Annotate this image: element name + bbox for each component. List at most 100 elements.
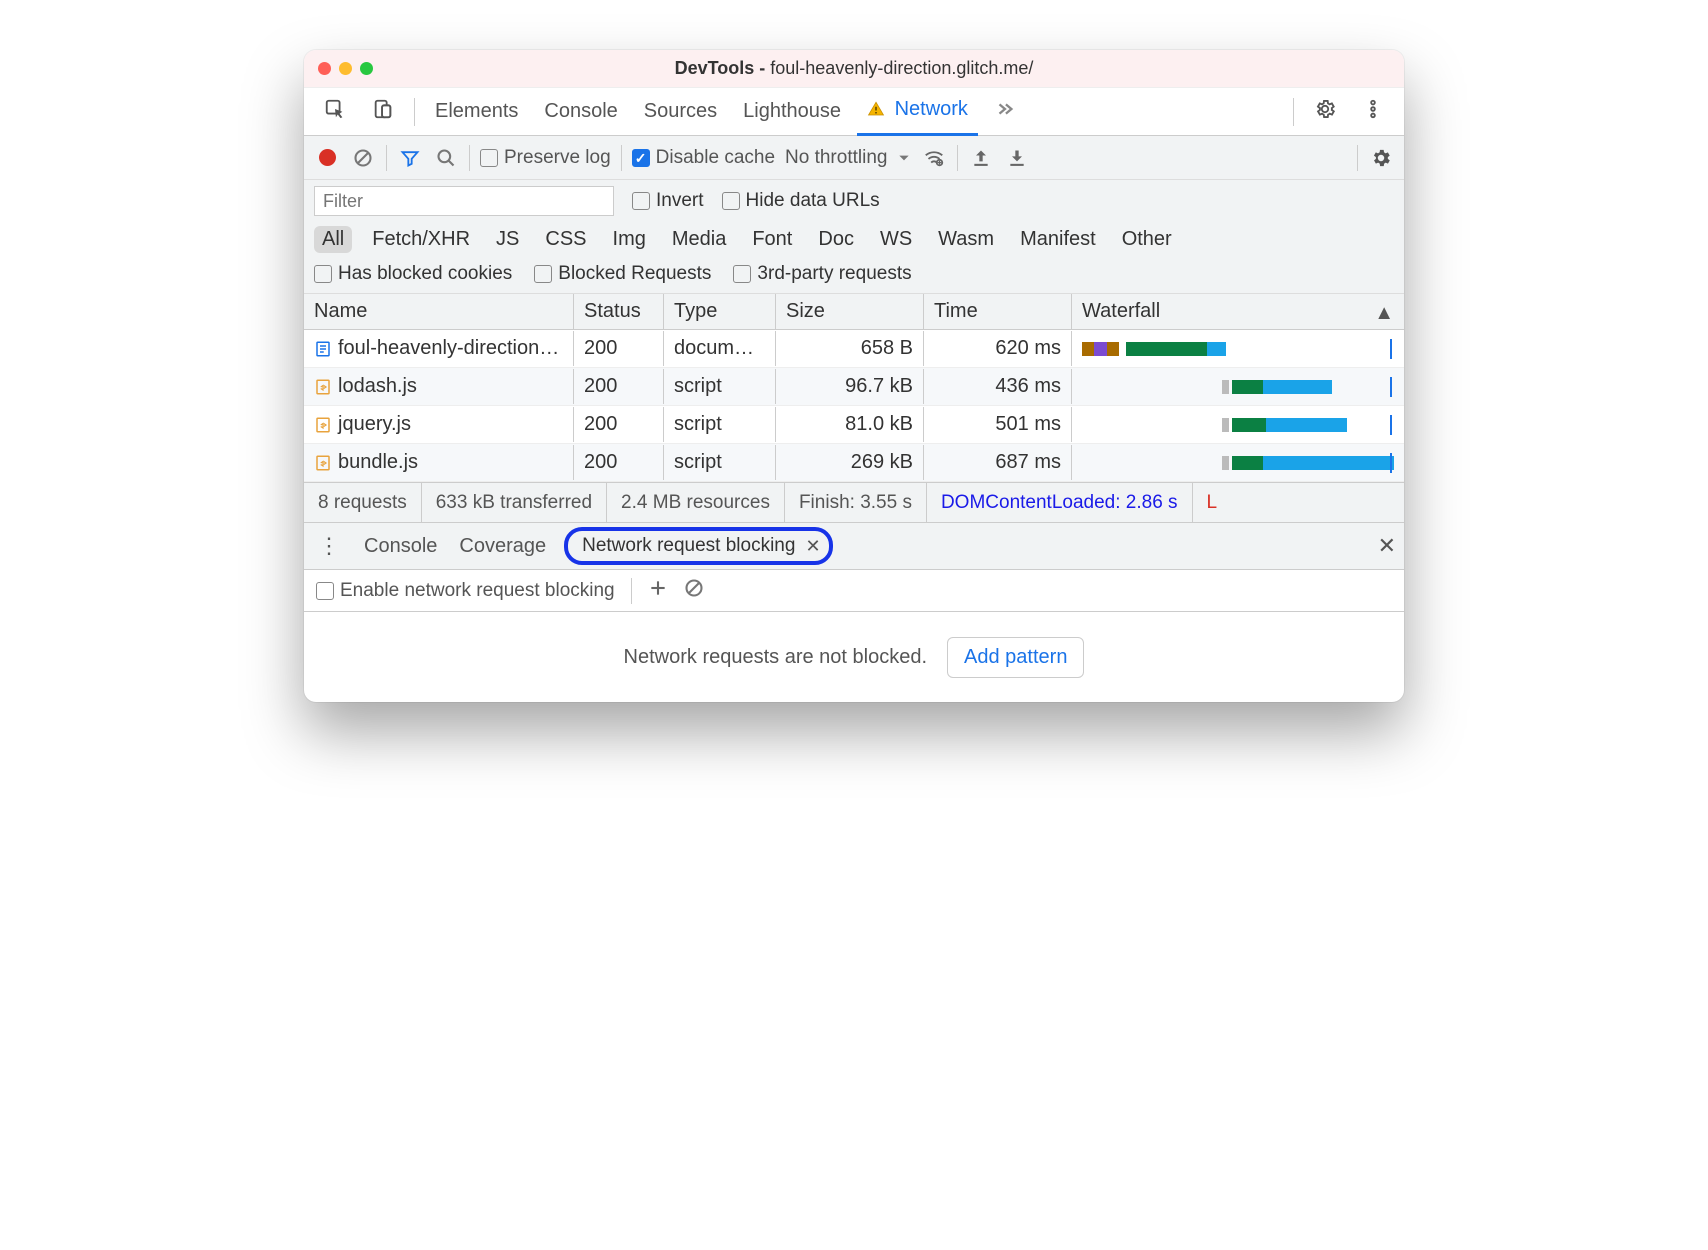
cell-time: 501 ms [924,407,1072,442]
status-requests: 8 requests [304,483,422,522]
status-transferred: 633 kB transferred [422,483,607,522]
cell-waterfall [1072,371,1404,403]
network-toolbar: Preserve log Disable cache No throttling [304,136,1404,180]
cell-waterfall [1072,333,1404,365]
filter-type-all[interactable]: All [314,226,352,253]
sort-asc-icon: ▲ [1374,302,1394,325]
inspect-icon[interactable] [314,90,356,134]
settings-icon[interactable] [1304,90,1346,134]
more-tabs-icon[interactable] [984,90,1026,134]
col-type[interactable]: Type [664,294,776,329]
clear-icon[interactable] [350,148,376,168]
cell-time: 687 ms [924,445,1072,480]
drawer-tab-network-request-blocking[interactable]: Network request blocking ✕ [564,527,832,565]
filter-type-css[interactable]: CSS [539,226,592,253]
cell-size: 658 B [776,331,924,366]
col-time[interactable]: Time [924,294,1072,329]
cell-status: 200 [574,445,664,480]
close-drawer-icon[interactable]: ✕ [1378,533,1396,559]
col-size[interactable]: Size [776,294,924,329]
cell-name: lodash.js [304,369,574,404]
third-party-checkbox[interactable]: 3rd-party requests [733,263,911,285]
filter-type-img[interactable]: Img [607,226,652,253]
filter-icon[interactable] [397,148,423,168]
cell-waterfall [1072,447,1404,479]
col-name[interactable]: Name [304,294,574,329]
cell-type: script [664,445,776,480]
resource-type-filters: All Fetch/XHR JS CSS Img Media Font Doc … [314,226,1394,253]
kebab-menu-icon[interactable] [1352,90,1394,134]
cell-type: script [664,369,776,404]
filter-type-js[interactable]: JS [490,226,525,253]
add-pattern-button[interactable]: Add pattern [947,637,1084,678]
js-file-icon [314,378,332,396]
drawer-tabs: ⋮ Console Coverage Network request block… [304,522,1404,570]
status-resources: 2.4 MB resources [607,483,785,522]
search-icon[interactable] [433,148,459,168]
record-button[interactable] [314,149,340,166]
col-waterfall[interactable]: Waterfall▲ [1072,294,1404,329]
tab-lighthouse[interactable]: Lighthouse [733,92,851,131]
cell-waterfall [1072,409,1404,441]
filter-type-font[interactable]: Font [746,226,798,253]
traffic-lights [318,62,373,75]
device-toggle-icon[interactable] [362,90,404,134]
table-row[interactable]: lodash.js200script96.7 kB436 ms [304,368,1404,406]
filter-type-wasm[interactable]: Wasm [932,226,1000,253]
tab-console[interactable]: Console [534,92,627,131]
preserve-log-checkbox[interactable]: Preserve log [480,147,611,169]
filter-section: Invert Hide data URLs All Fetch/XHR JS C… [304,180,1404,294]
filter-type-other[interactable]: Other [1116,226,1178,253]
tab-elements[interactable]: Elements [425,92,528,131]
download-har-icon[interactable] [1004,148,1030,168]
invert-checkbox[interactable]: Invert [632,190,704,212]
cell-time: 620 ms [924,331,1072,366]
close-window-button[interactable] [318,62,331,75]
filter-type-doc[interactable]: Doc [812,226,860,253]
blocked-requests-checkbox[interactable]: Blocked Requests [534,263,711,285]
cell-name: jquery.js [304,407,574,442]
js-file-icon [314,416,332,434]
cell-type: docum… [664,331,776,366]
filter-type-manifest[interactable]: Manifest [1014,226,1102,253]
filter-type-fetch[interactable]: Fetch/XHR [366,226,476,253]
hide-data-urls-checkbox[interactable]: Hide data URLs [722,190,880,212]
drawer-menu-icon[interactable]: ⋮ [312,533,346,559]
close-tab-icon[interactable]: ✕ [805,536,820,557]
tab-sources[interactable]: Sources [634,92,727,131]
add-pattern-icon[interactable] [648,578,668,604]
remove-all-icon[interactable] [684,578,704,604]
panel-settings-icon[interactable] [1368,147,1394,169]
filter-type-ws[interactable]: WS [874,226,918,253]
filter-input[interactable] [314,186,614,216]
table-row[interactable]: bundle.js200script269 kB687 ms [304,444,1404,482]
throttling-select[interactable]: No throttling [785,147,911,169]
blocking-empty-state: Network requests are not blocked. Add pa… [304,612,1404,702]
cell-name: bundle.js [304,445,574,480]
window-title: DevTools - foul-heavenly-direction.glitc… [304,58,1404,79]
status-load: L [1193,483,1232,522]
titlebar: DevTools - foul-heavenly-direction.glitc… [304,50,1404,88]
status-bar: 8 requests 633 kB transferred 2.4 MB res… [304,482,1404,522]
has-blocked-cookies-checkbox[interactable]: Has blocked cookies [314,263,512,285]
enable-blocking-checkbox[interactable]: Enable network request blocking [316,580,615,602]
col-status[interactable]: Status [574,294,664,329]
upload-har-icon[interactable] [968,148,994,168]
maximize-window-button[interactable] [360,62,373,75]
blocking-empty-message: Network requests are not blocked. [624,646,928,669]
cell-size: 81.0 kB [776,407,924,442]
tab-network[interactable]: Network [857,90,978,136]
table-row[interactable]: jquery.js200script81.0 kB501 ms [304,406,1404,444]
cell-time: 436 ms [924,369,1072,404]
network-conditions-icon[interactable] [921,147,947,169]
drawer-tab-coverage[interactable]: Coverage [455,529,550,564]
filter-type-media[interactable]: Media [666,226,732,253]
table-header: Name Status Type Size Time Waterfall▲ [304,294,1404,330]
main-tabs: Elements Console Sources Lighthouse Netw… [304,88,1404,136]
minimize-window-button[interactable] [339,62,352,75]
devtools-window: DevTools - foul-heavenly-direction.glitc… [304,50,1404,702]
status-finish: Finish: 3.55 s [785,483,927,522]
table-row[interactable]: foul-heavenly-direction.…200docum…658 B6… [304,330,1404,368]
drawer-tab-console[interactable]: Console [360,529,441,564]
disable-cache-checkbox[interactable]: Disable cache [632,147,775,169]
